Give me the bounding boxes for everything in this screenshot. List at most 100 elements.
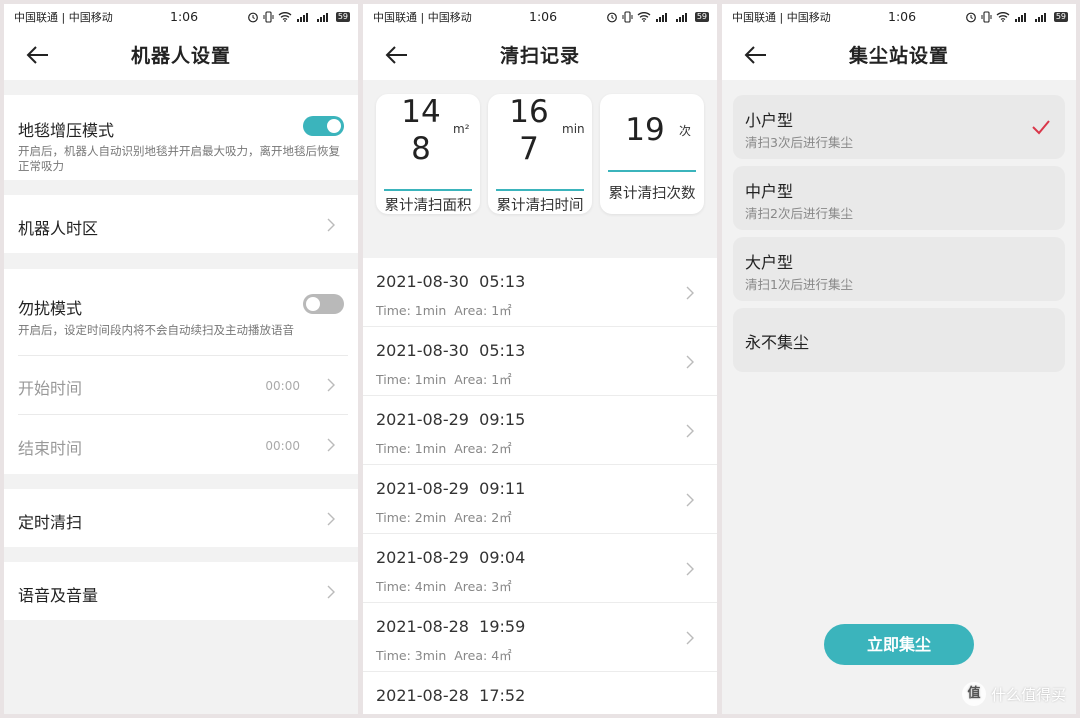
chevron-right-icon [686,355,694,369]
vibrate-icon [263,10,274,23]
chevron-right-icon [686,631,694,645]
back-arrow-icon[interactable] [26,45,50,65]
record-datetime: 2021-08-29 09:04 [376,548,526,567]
robot-settings-screen: 中国联通 | 中国移动 1:06 59 机器人设置 地毯增压模式 开启后，机器人… [4,4,358,714]
watermark: 值 什么值得买 [961,682,1066,706]
total-time-unit: min [562,122,585,136]
record-row[interactable]: 2021-08-30 05:13 Time: 1min Area: 1㎡ [363,258,717,327]
robot-timezone-row[interactable]: 机器人时区 [4,195,358,253]
carrier-label: 中国联通 | 中国移动 [14,10,113,24]
option-medium-home[interactable]: 中户型 清扫2次后进行集尘 [733,166,1065,230]
chevron-right-icon [686,424,694,438]
status-icons: 59 [606,10,709,23]
chevron-right-icon [327,438,335,452]
dnd-section: 勿扰模式 开启后，设定时间段内将不会自动续扫及主动播放语音 开始时间 00:00… [4,269,358,474]
option-desc: 清扫2次后进行集尘 [745,206,853,221]
record-row[interactable]: 2021-08-28 19:59 Time: 3min Area: 4㎡ [363,603,717,672]
record-datetime: 2021-08-30 05:13 [376,272,526,291]
option-name: 中户型 [745,182,794,201]
total-time-value-line1: 16 [509,94,549,130]
total-count-card: 19 次 累计清扫次数 [600,94,704,214]
record-row[interactable]: 2021-08-29 09:11 Time: 2min Area: 2㎡ [363,465,717,534]
header: 机器人设置 [4,29,358,80]
carpet-boost-desc: 开启后，机器人自动识别地毯并开启最大吸力，离开地毯后恢复正常吸力 [18,144,340,173]
wifi-icon [996,12,1010,22]
battery-icon: 59 [1053,11,1068,22]
total-count-value: 19 [625,112,665,148]
dnd-end-row[interactable]: 结束时间 00:00 [4,415,358,473]
record-row[interactable]: 2021-08-29 09:15 Time: 1min Area: 2㎡ [363,396,717,465]
record-row[interactable]: 2021-08-29 09:04 Time: 4min Area: 3㎡ [363,534,717,603]
header: 清扫记录 [363,29,717,80]
stat-underline [608,170,696,172]
option-small-home[interactable]: 小户型 清扫3次后进行集尘 [733,95,1065,159]
watermark-text: 什么值得买 [990,685,1066,704]
voice-volume-row[interactable]: 语音及音量 [4,562,358,620]
clean-records-screen: 中国联通 | 中国移动 1:06 59 清扫记录 14 8 m² 累计清扫面积 … [363,4,717,714]
total-count-unit: 次 [679,124,692,138]
total-area-unit: m² [453,122,470,136]
dnd-toggle[interactable] [303,294,344,314]
signal-icon [316,12,328,22]
clock: 1:06 [529,9,558,24]
total-area-card: 14 8 m² 累计清扫面积 [376,94,480,214]
back-arrow-icon[interactable] [744,45,768,65]
dnd-desc: 开启后，设定时间段内将不会自动续扫及主动播放语音 [18,323,294,337]
option-large-home[interactable]: 大户型 清扫1次后进行集尘 [733,237,1065,301]
carrier-label: 中国联通 | 中国移动 [373,10,472,24]
record-meta: Time: 1min Area: 1㎡ [376,303,512,318]
page-title: 清扫记录 [499,45,580,67]
chevron-right-icon [686,286,694,300]
chevron-right-icon [686,493,694,507]
wifi-icon [637,12,651,22]
option-name: 小户型 [745,111,794,130]
record-meta: Time: 1min Area: 2㎡ [376,441,512,456]
option-never-collect[interactable]: 永不集尘 [733,308,1065,372]
signal-icon [296,12,308,22]
record-datetime: 2021-08-30 05:13 [376,341,526,360]
record-meta: Time: 4min Area: 3㎡ [376,579,512,594]
record-meta: Time: 2min Area: 2㎡ [376,510,512,525]
record-datetime: 2021-08-28 19:59 [376,617,526,636]
vibrate-icon [622,10,633,23]
collect-now-button[interactable]: 立即集尘 [824,624,974,665]
page-title: 机器人设置 [130,45,231,67]
toggle-knob [306,297,320,311]
signal-icon [675,12,687,22]
total-area-value-line1: 14 [401,94,441,130]
chevron-right-icon [327,512,335,526]
total-count-label: 累计清扫次数 [608,186,696,202]
record-row[interactable]: 2021-08-30 05:13 Time: 1min Area: 1㎡ [363,327,717,396]
clock: 1:06 [888,9,917,24]
option-name: 大户型 [745,253,794,272]
dnd-title: 勿扰模式 [18,299,83,318]
dnd-end-label: 结束时间 [18,439,83,458]
page-title: 集尘站设置 [848,45,949,67]
stat-underline [496,189,584,191]
signal-icon [1034,12,1046,22]
dnd-end-value: 00:00 [265,439,300,453]
battery-icon: 59 [694,11,709,22]
total-time-card: 16 7 min 累计清扫时间 [488,94,592,214]
alarm-icon [965,12,976,22]
carpet-boost-title: 地毯增压模式 [18,121,115,140]
option-name: 永不集尘 [745,333,810,352]
option-desc: 清扫3次后进行集尘 [745,135,853,150]
carpet-boost-toggle[interactable] [303,116,344,136]
voice-volume-title: 语音及音量 [18,586,99,605]
option-desc: 清扫1次后进行集尘 [745,277,853,292]
carpet-boost-row: 地毯增压模式 开启后，机器人自动识别地毯并开启最大吸力，离开地毯后恢复正常吸力 [4,95,358,180]
checkmark-icon [1032,120,1050,135]
carrier-label: 中国联通 | 中国移动 [732,10,831,24]
vibrate-icon [981,10,992,23]
dnd-start-row[interactable]: 开始时间 00:00 [4,356,358,414]
dnd-start-label: 开始时间 [18,379,83,398]
toggle-knob [327,119,341,133]
record-datetime: 2021-08-29 09:15 [376,410,526,429]
chevron-right-icon [327,378,335,392]
record-row[interactable]: 2021-08-28 17:52 [363,672,717,714]
total-time-value-line2: 7 [519,131,539,167]
back-arrow-icon[interactable] [385,45,409,65]
record-list: 2021-08-30 05:13 Time: 1min Area: 1㎡ 202… [363,258,717,714]
scheduled-clean-row[interactable]: 定时清扫 [4,489,358,547]
